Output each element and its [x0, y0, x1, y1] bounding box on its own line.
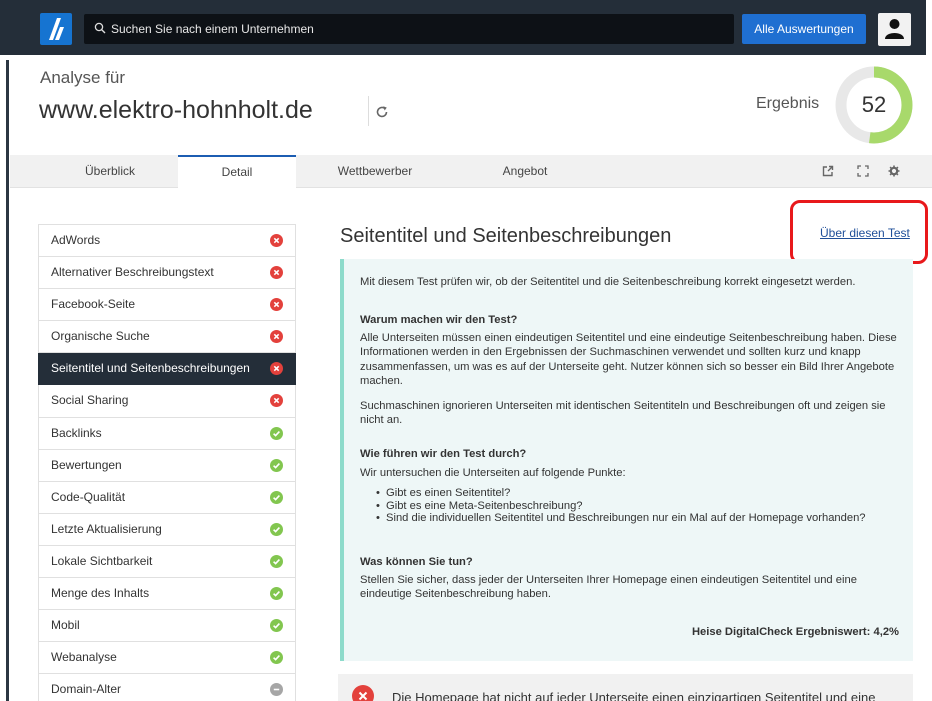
list-item: Gibt es einen Seitentitel?	[376, 487, 906, 500]
company-search-input[interactable]: Suchen Sie nach einem Unternehmen	[84, 14, 734, 44]
tab-bar: Überblick Detail Wettbewerber Angebot	[10, 155, 932, 188]
test-sidebar: AdWords Alternativer Beschreibungstext Fac…	[38, 224, 296, 701]
sidebar-item[interactable]: Social Sharing	[38, 385, 296, 418]
why-text: Alle Unterseiten müssen einen eindeutige…	[360, 332, 897, 388]
why-text-2: Suchmaschinen ignorieren Unterseiten mit…	[360, 400, 886, 427]
analyse-label: Analyse für	[40, 68, 126, 87]
neutral-status-icon	[270, 683, 283, 697]
top-bar: Suchen Sie nach einem Unternehmen Alle A…	[0, 0, 932, 60]
about-test-link[interactable]: Über diesen Test	[820, 226, 910, 240]
window-edge	[6, 0, 9, 701]
test-result-box: Die Homepage hat nicht auf jeder Unterse…	[338, 674, 913, 701]
sidebar-item-label: Code-Qualität	[51, 489, 126, 504]
what-text: Stellen Sie sicher, dass jeder der Unter…	[360, 574, 857, 601]
top-bar-background: Suchen Sie nach einem Unternehmen Alle A…	[0, 0, 926, 55]
sidebar-item[interactable]: Bewertungen	[38, 449, 296, 482]
sidebar-item-label: Letzte Aktualisierung	[51, 521, 162, 536]
how-points-list: Gibt es einen Seitentitel? Gibt es eine …	[376, 487, 906, 525]
what-heading: Was können Sie tun?	[360, 556, 473, 568]
intro-text: Mit diesem Test prüfen wir, ob der Seite…	[360, 276, 856, 288]
digitalcheck-score: Heise DigitalCheck Ergebniswert: 4,2%	[691, 626, 899, 638]
ok-status-icon	[270, 554, 283, 568]
app-logo-icon[interactable]	[40, 13, 72, 45]
how-heading: Wie führen wir den Test durch?	[360, 448, 527, 460]
search-icon	[94, 22, 106, 34]
sidebar-item[interactable]: Seitentitel und Seitenbeschreibungen	[38, 353, 296, 386]
tab-wettbewerber[interactable]: Wettbewerber	[310, 155, 440, 188]
sidebar-item[interactable]: Organische Suche	[38, 321, 296, 354]
sidebar-item[interactable]: AdWords	[38, 225, 296, 258]
sidebar-item[interactable]: Code-Qualität	[38, 481, 296, 514]
page-title: www.elektro-hohnholt.de	[39, 96, 313, 124]
tab-detail[interactable]: Detail	[178, 155, 296, 188]
fullscreen-icon[interactable]	[857, 165, 869, 177]
all-reports-button[interactable]: Alle Auswertungen	[742, 14, 866, 44]
list-item: Sind die individuellen Seitentitel und B…	[376, 512, 906, 525]
sidebar-item-label: Facebook-Seite	[51, 297, 136, 312]
fail-icon	[352, 685, 374, 701]
sidebar-item-label: Social Sharing	[51, 393, 129, 408]
fail-status-icon	[270, 362, 283, 376]
ok-status-icon	[270, 426, 283, 440]
sidebar-item-label: Organische Suche	[51, 329, 150, 344]
sidebar-item[interactable]: Letzte Aktualisierung	[38, 513, 296, 546]
fail-status-icon	[270, 330, 283, 344]
sidebar-item-label: Seitentitel und Seitenbeschreibungen	[51, 361, 250, 376]
result-label: Ergebnis	[756, 95, 820, 112]
gear-icon[interactable]	[888, 165, 900, 177]
sidebar-item-label: Mobil	[51, 618, 80, 633]
sidebar-item-label: Menge des Inhalts	[51, 586, 150, 601]
sidebar-item[interactable]: Webanalyse	[38, 642, 296, 675]
sidebar-item[interactable]: Facebook-Seite	[38, 289, 296, 322]
ok-status-icon	[270, 587, 283, 601]
test-info-box: Mit diesem Test prüfen wir, ob der Seite…	[340, 259, 913, 661]
search-placeholder: Suchen Sie nach einem Unternehmen	[111, 22, 314, 36]
tab-ueberblick[interactable]: Überblick	[30, 155, 190, 188]
fail-status-icon	[270, 394, 283, 408]
refresh-button[interactable]	[368, 96, 396, 126]
sidebar-item[interactable]: Menge des Inhalts	[38, 578, 296, 611]
list-item: Gibt es eine Meta-Seitenbeschreibung?	[376, 500, 906, 513]
refresh-icon	[376, 106, 388, 118]
sidebar-item[interactable]: Lokale Sichtbarkeit	[38, 545, 296, 579]
why-heading: Warum machen wir den Test?	[360, 314, 518, 326]
share-icon[interactable]	[822, 165, 834, 177]
sidebar-item-label: Webanalyse	[51, 650, 117, 665]
how-text: Wir untersuchen die Unterseiten auf folg…	[360, 467, 626, 479]
fail-status-icon	[270, 234, 283, 247]
sidebar-item[interactable]: Domain-Alter	[38, 674, 296, 701]
sidebar-item-label: AdWords	[51, 233, 101, 247]
sidebar-item-label: Lokale Sichtbarkeit	[51, 553, 153, 568]
sidebar-item-label: Bewertungen	[51, 457, 122, 472]
score-value: 52	[861, 92, 887, 117]
ok-status-icon	[270, 619, 283, 633]
sidebar-item-label: Domain-Alter	[51, 682, 122, 697]
ok-status-icon	[270, 458, 283, 472]
tab-angebot[interactable]: Angebot	[460, 155, 590, 188]
sidebar-item-label: Backlinks	[51, 425, 102, 440]
ok-status-icon	[270, 522, 283, 536]
result-text: Die Homepage hat nicht auf jeder Unterse…	[392, 690, 876, 701]
user-avatar-icon[interactable]	[878, 13, 911, 46]
fail-status-icon	[270, 298, 283, 312]
ok-status-icon	[270, 490, 283, 504]
sidebar-item[interactable]: Alternativer Beschreibungstext	[38, 257, 296, 290]
test-title: Seitentitel und Seitenbeschreibungen	[340, 225, 672, 247]
sidebar-item[interactable]: Mobil	[38, 610, 296, 643]
fail-status-icon	[270, 266, 283, 280]
ok-status-icon	[270, 651, 283, 665]
sidebar-item[interactable]: Backlinks	[38, 417, 296, 450]
sidebar-item-label: Alternativer Beschreibungstext	[51, 265, 214, 280]
